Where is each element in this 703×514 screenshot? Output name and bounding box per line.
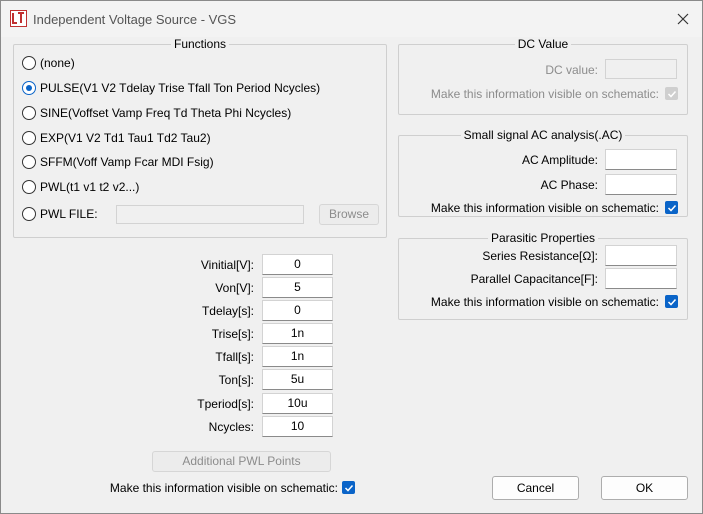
- param-field-tperiod[interactable]: 10u: [262, 393, 333, 414]
- radio-pulse[interactable]: PULSE(V1 V2 Tdelay Trise Tfall Ton Perio…: [22, 79, 320, 97]
- param-field-ncycles[interactable]: 10: [262, 416, 333, 437]
- param-label-von: Von[V]:: [215, 281, 254, 295]
- parasitic-visible-checkbox[interactable]: [665, 295, 678, 308]
- check-icon: [667, 204, 676, 212]
- title-bar: Independent Voltage Source - VGS: [1, 1, 702, 37]
- radio-none[interactable]: (none): [22, 54, 75, 72]
- param-label-vinitial: Vinitial[V]:: [200, 258, 254, 272]
- param-label-trise: Trise[s]:: [211, 327, 254, 341]
- series-resistance-field[interactable]: [605, 245, 677, 266]
- functions-visible-checkbox[interactable]: [342, 481, 355, 494]
- close-button[interactable]: [665, 5, 701, 33]
- parallel-capacitance-label: Parallel Capacitance[F]:: [470, 272, 598, 286]
- check-icon: [344, 484, 353, 492]
- radio-sffm[interactable]: SFFM(Voff Vamp Fcar MDI Fsig): [22, 153, 214, 171]
- radio-pwl-file-indicator[interactable]: [22, 207, 36, 221]
- radio-sine-label: SINE(Voffset Vamp Freq Td Theta Phi Ncyc…: [40, 106, 292, 120]
- param-label-tperiod: Tperiod[s]:: [197, 397, 254, 411]
- radio-exp[interactable]: EXP(V1 V2 Td1 Tau1 Td2 Tau2): [22, 129, 211, 147]
- param-field-ton[interactable]: 5u: [262, 369, 333, 390]
- ac-visible-checkbox[interactable]: [665, 201, 678, 214]
- browse-button[interactable]: Browse: [319, 204, 379, 225]
- series-resistance-label: Series Resistance[Ω]:: [482, 249, 598, 263]
- radio-pulse-indicator[interactable]: [22, 81, 36, 95]
- radio-sine-indicator[interactable]: [22, 106, 36, 120]
- param-field-tfall[interactable]: 1n: [262, 346, 333, 367]
- radio-sine[interactable]: SINE(Voffset Vamp Freq Td Theta Phi Ncyc…: [22, 104, 291, 122]
- pwl-file-field[interactable]: [116, 205, 304, 224]
- additional-pwl-points-button[interactable]: Additional PWL Points: [152, 451, 331, 472]
- param-label-ncycles: Ncycles:: [208, 420, 254, 434]
- radio-pwl-file-label: PWL FILE:: [40, 207, 98, 221]
- param-label-tdelay: Tdelay[s]:: [201, 304, 254, 318]
- window-title: Independent Voltage Source - VGS: [33, 12, 237, 27]
- dc-value-group-label: DC Value: [514, 37, 572, 51]
- dialog-window: Independent Voltage Source - VGS Functio…: [0, 0, 703, 514]
- radio-none-label: (none): [40, 56, 75, 70]
- dc-visible-checkbox[interactable]: [665, 87, 678, 100]
- functions-group-label: Functions: [170, 37, 230, 51]
- radio-pwl-indicator[interactable]: [22, 180, 36, 194]
- radio-exp-indicator[interactable]: [22, 131, 36, 145]
- close-icon: [677, 13, 689, 25]
- ac-phase-label: AC Phase:: [540, 178, 598, 192]
- dc-value-field[interactable]: [605, 59, 677, 79]
- radio-pwl-label: PWL(t1 v1 t2 v2...): [40, 180, 140, 194]
- ac-visible-label: Make this information visible on schemat…: [430, 201, 659, 215]
- radio-none-indicator[interactable]: [22, 56, 36, 70]
- check-icon: [667, 90, 676, 98]
- ac-analysis-group-label: Small signal AC analysis(.AC): [460, 128, 626, 142]
- radio-pwl[interactable]: PWL(t1 v1 t2 v2...): [22, 178, 139, 196]
- parasitic-visible-label: Make this information visible on schemat…: [430, 295, 659, 309]
- dc-value-group: DC Value: [398, 37, 688, 115]
- radio-pulse-label: PULSE(V1 V2 Tdelay Trise Tfall Ton Perio…: [40, 81, 321, 95]
- radio-exp-label: EXP(V1 V2 Td1 Tau1 Td2 Tau2): [40, 131, 211, 145]
- param-field-trise[interactable]: 1n: [262, 323, 333, 344]
- radio-sffm-label: SFFM(Voff Vamp Fcar MDI Fsig): [40, 155, 214, 169]
- radio-sffm-indicator[interactable]: [22, 155, 36, 169]
- param-label-ton: Ton[s]:: [218, 373, 254, 387]
- radio-pwl-file[interactable]: PWL FILE:: [22, 205, 98, 223]
- ac-amplitude-label: AC Amplitude:: [521, 153, 598, 167]
- functions-visible-label: Make this information visible on schemat…: [109, 481, 338, 495]
- parasitic-group-label: Parasitic Properties: [487, 231, 599, 245]
- check-icon: [667, 298, 676, 306]
- parallel-capacitance-field[interactable]: [605, 268, 677, 289]
- param-field-von[interactable]: 5: [262, 277, 333, 298]
- ok-button[interactable]: OK: [601, 476, 688, 500]
- dc-visible-label: Make this information visible on schemat…: [430, 87, 659, 101]
- cancel-button[interactable]: Cancel: [492, 476, 579, 500]
- dc-value-label: DC value:: [545, 63, 598, 77]
- ac-amplitude-field[interactable]: [605, 149, 677, 170]
- param-field-tdelay[interactable]: 0: [262, 300, 333, 321]
- param-field-vinitial[interactable]: 0: [262, 254, 333, 275]
- ltspice-app-icon: [10, 10, 27, 27]
- param-label-tfall: Tfall[s]:: [215, 350, 254, 364]
- ac-phase-field[interactable]: [605, 174, 677, 195]
